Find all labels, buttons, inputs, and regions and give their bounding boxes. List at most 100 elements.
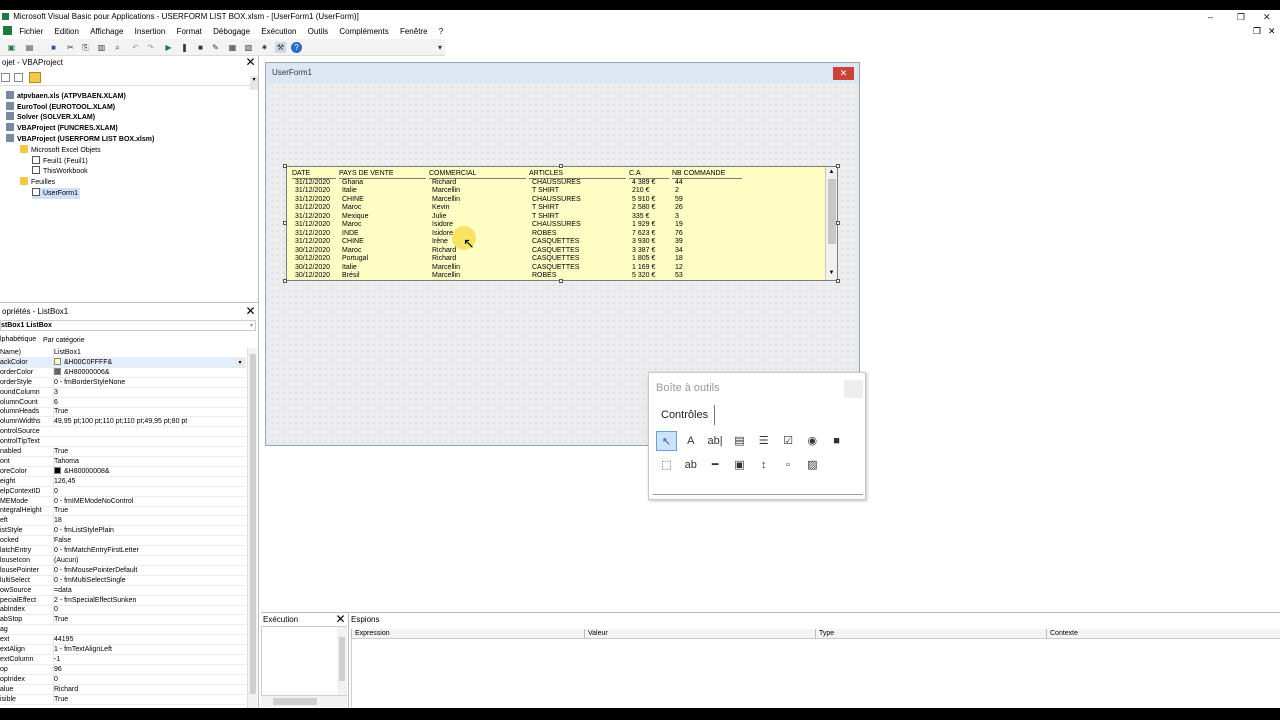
spinbutton-icon[interactable]: ▫ xyxy=(778,455,799,475)
property-value[interactable]: 0 - fmMousePointerDefault xyxy=(53,565,137,576)
toolbox-window[interactable]: Boîte à outils Contrôles ↖ Aab| ▤ ☰ ☑ ◉ ■ ⬚ ab ━ ▣… xyxy=(648,372,866,500)
property-row[interactable]: ackColor &H00C0FFFF& ▾ xyxy=(0,357,246,368)
commandbutton-icon[interactable]: ab xyxy=(680,455,701,475)
property-value[interactable]: 0 - fmBorderStyleNone xyxy=(53,377,125,388)
property-row[interactable]: latchEntry 0 - fmMatchEntryFirstLetter xyxy=(0,546,246,556)
property-row[interactable]: ocked False xyxy=(0,536,246,547)
menu-edition[interactable]: Edition xyxy=(54,24,78,39)
scrollbar-icon[interactable]: ↕ xyxy=(753,455,774,475)
tab-par-categorie[interactable]: Par catégorie xyxy=(43,335,85,346)
property-row[interactable]: eft 18 xyxy=(0,516,246,527)
toolbox-icon[interactable]: ⚒ xyxy=(275,42,286,53)
listbox-row[interactable]: 31/12/2020 CHINE Marcellin CHAUSSURES 5 910 … xyxy=(287,196,825,205)
view-excel-icon[interactable]: ▣ xyxy=(6,42,17,53)
property-value[interactable]: True xyxy=(53,694,68,705)
menu-format[interactable]: Format xyxy=(177,24,202,39)
close-button[interactable]: ✕ xyxy=(1263,10,1271,24)
property-row[interactable]: extColumn -1 xyxy=(0,654,246,665)
property-row[interactable]: louseIcon (Aucun) xyxy=(0,555,246,566)
undo-icon[interactable]: ↶ xyxy=(130,42,141,53)
run-icon[interactable]: ▶ xyxy=(163,42,174,53)
listbox-row[interactable]: 31/12/2020 Maroc Isidore CHAUSSURES 1 929 € 1… xyxy=(287,221,825,230)
tree-item-userform-listbox-project[interactable]: VBAProject (USERFORM LIST BOX.xlsm) xyxy=(6,134,154,145)
listbox-icon[interactable]: ☰ xyxy=(753,431,774,451)
label-icon[interactable]: A xyxy=(680,431,701,451)
immediate-vscroll-thumb[interactable] xyxy=(339,637,345,681)
property-row[interactable]: pecialEffect 2 - fmSpecialEffectSunken xyxy=(0,595,246,606)
immediate-hscroll-thumb[interactable] xyxy=(273,698,317,705)
listbox-row[interactable]: 31/12/2020 Italie Marcellin T SHIRT 210 € 2 xyxy=(287,187,825,196)
property-value[interactable]: 0 xyxy=(53,605,58,616)
property-value[interactable]: 2 - fmSpecialEffectSunken xyxy=(53,595,136,606)
view-code-icon[interactable] xyxy=(1,73,10,82)
listbox-row[interactable]: 30/12/2020 Italie Marcellin CASQUETTES 1 169… xyxy=(287,264,825,273)
property-row[interactable]: op 96 xyxy=(0,664,246,675)
property-value[interactable]: 44195 xyxy=(53,635,73,646)
immediate-vscroll[interactable] xyxy=(337,627,347,695)
multipage-icon[interactable]: ▣ xyxy=(729,455,750,475)
listbox-row[interactable]: 31/12/2020 CHINE Irène CASQUETTES 3 930 € 39 xyxy=(287,238,825,247)
resize-handle-t[interactable] xyxy=(559,164,563,168)
property-value[interactable]: 49,95 pt;100 pt;110 pt;110 pt;49,95 pt;8… xyxy=(53,417,187,428)
paste-icon[interactable]: ▥ xyxy=(96,42,107,53)
property-row[interactable]: orderColor &H80000006& xyxy=(0,367,246,378)
cut-icon[interactable]: ✂ xyxy=(65,42,76,53)
property-row[interactable]: ont Tahoma xyxy=(0,456,246,467)
property-value[interactable]: (Aucun) xyxy=(53,555,79,566)
combobox-icon[interactable]: ▤ xyxy=(729,431,750,451)
project-scroll-button[interactable]: ▾ xyxy=(250,76,258,90)
property-value[interactable]: 0 - fmMultiSelectSingle xyxy=(53,575,126,586)
watch-col-contexte[interactable]: Contexte xyxy=(1046,629,1280,639)
resize-handle-r[interactable] xyxy=(836,221,840,225)
property-row[interactable]: orderStyle 0 - fmBorderStyleNone xyxy=(0,377,246,388)
property-value[interactable]: &H80000006& xyxy=(53,367,110,378)
menu-fichier[interactable]: Fichier xyxy=(19,24,43,39)
property-row[interactable]: oundColumn 3 xyxy=(0,387,246,398)
property-value[interactable]: 1 - fmTextAlignLeft xyxy=(53,645,112,655)
tree-item-excel-objects[interactable]: Microsoft Excel Objets xyxy=(20,145,101,156)
tree-item-thisworkbook[interactable]: ThisWorkbook xyxy=(32,166,88,177)
insert-userform-icon[interactable]: ▤ xyxy=(24,42,35,53)
property-row[interactable]: ext 44195 xyxy=(0,635,246,646)
property-row[interactable]: olumnWidths 49,95 pt;100 pt;110 pt;110 pt… xyxy=(0,417,246,428)
copy-icon[interactable]: ⎘ xyxy=(80,42,91,53)
resize-handle-l[interactable] xyxy=(283,221,287,225)
property-value[interactable]: =data xyxy=(53,585,72,596)
find-icon[interactable]: ⌕ xyxy=(112,42,123,53)
property-value[interactable]: True xyxy=(53,447,68,457)
property-value[interactable]: 0 - fmIMEModeNoControl xyxy=(53,496,133,507)
tree-item-funcres[interactable]: VBAProject (FUNCRES.XLAM) xyxy=(6,123,118,134)
property-row[interactable]: ntegralHeight True xyxy=(0,506,246,517)
menu-outils[interactable]: Outils xyxy=(308,24,328,39)
tabstrip-icon[interactable]: ━ xyxy=(705,455,726,475)
property-row[interactable]: olumnCount 6 xyxy=(0,397,246,408)
property-row[interactable]: abIndex 0 xyxy=(0,605,246,616)
resize-handle-tr[interactable] xyxy=(836,164,840,168)
resize-handle-br[interactable] xyxy=(836,279,840,283)
tab-alphabetique[interactable]: lphabétique xyxy=(0,334,36,345)
property-value[interactable]: 6 xyxy=(53,397,58,408)
immediate-textarea[interactable] xyxy=(261,626,347,696)
property-row[interactable]: ontrolTipText xyxy=(0,437,246,448)
resize-handle-b[interactable] xyxy=(559,279,563,283)
property-row[interactable]: owSource =data xyxy=(0,585,246,596)
property-row[interactable]: alue Richard xyxy=(0,684,246,695)
property-row[interactable]: eight 126,45 xyxy=(0,476,246,487)
object-browser-icon[interactable]: ✷ xyxy=(259,42,270,53)
chevron-down-icon[interactable]: ▾ xyxy=(236,357,244,368)
resize-handle-bl[interactable] xyxy=(283,279,287,283)
object-selector[interactable]: stBox1 ListBox ▾ xyxy=(0,320,256,331)
property-row[interactable]: lultiSelect 0 - fmMultiSelectSingle xyxy=(0,575,246,586)
toggle-folders-icon[interactable] xyxy=(29,72,41,83)
view-object-icon[interactable] xyxy=(14,73,23,82)
property-value[interactable]: &H80000008& xyxy=(53,466,110,477)
tree-item-atpvbaen[interactable]: atpvbaen.xls (ATPVBAEN.XLAM) xyxy=(6,91,126,102)
scroll-down-icon[interactable]: ▼ xyxy=(827,269,836,278)
toolbar-options-icon[interactable]: ▾ xyxy=(436,42,444,53)
property-row[interactable]: opIndex 0 xyxy=(0,674,246,685)
toolbox-tab-controles[interactable]: Contrôles xyxy=(655,405,716,425)
property-row[interactable]: lousePointer 0 - fmMousePointerDefault xyxy=(0,565,246,576)
listbox-row[interactable]: 31/12/2020 Maroc Kevin T SHIRT 2 580 € 26 xyxy=(287,204,825,213)
menu-affichage[interactable]: Affichage xyxy=(90,24,123,39)
property-value[interactable]: True xyxy=(53,615,68,626)
